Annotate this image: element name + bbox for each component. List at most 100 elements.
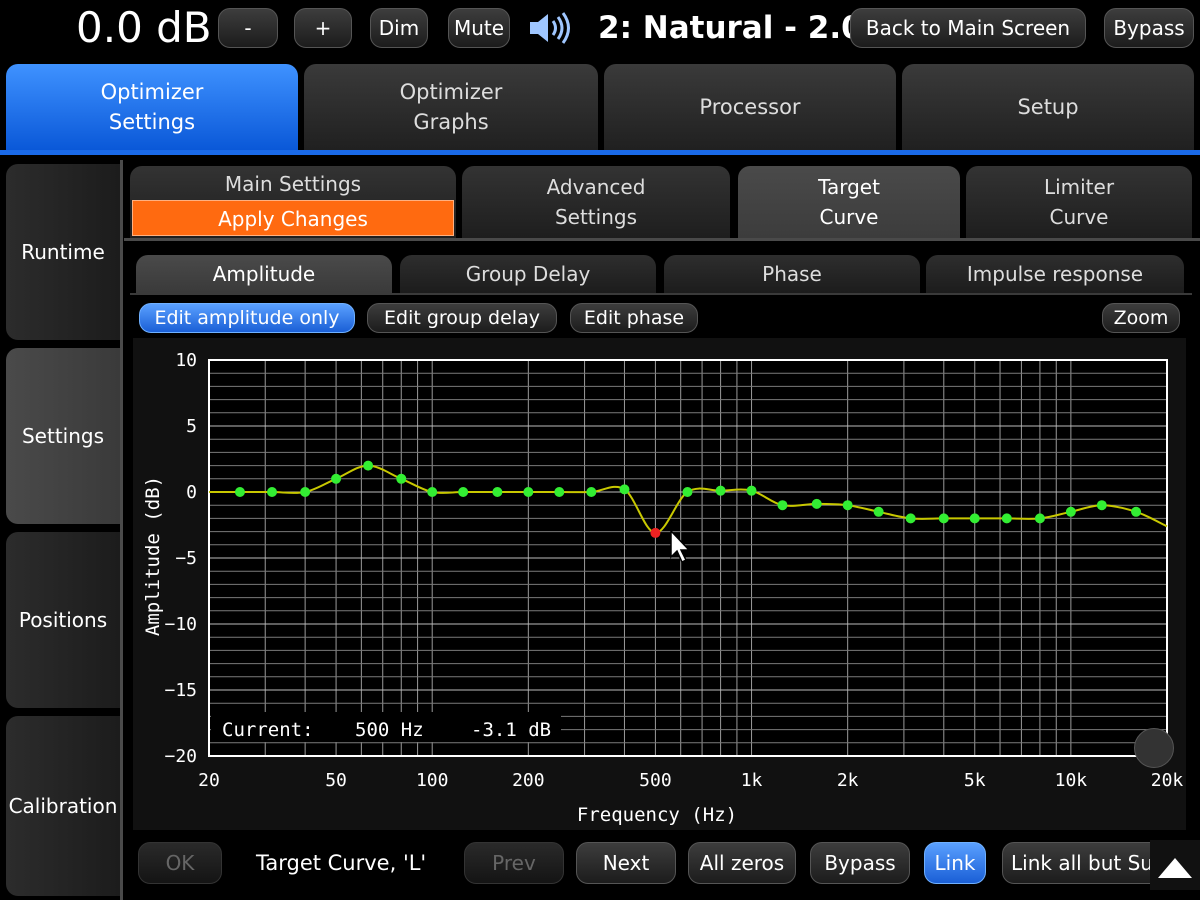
tab-amplitude[interactable]: Amplitude [136,255,392,293]
x-tick-label: 200 [512,770,545,791]
curve-point[interactable] [715,485,726,496]
tab-main-settings[interactable]: Main Settings Apply Changes [130,166,456,238]
apply-changes-button[interactable]: Apply Changes [132,200,454,236]
tab-label: Advanced [546,175,646,199]
curve-point[interactable] [873,506,884,517]
x-tick-label: 10k [1055,770,1088,791]
curve-point[interactable] [331,473,342,484]
readout-value: -3.1 dB [471,719,551,741]
side-divider [120,160,123,900]
curve-point[interactable] [427,487,438,497]
footer-bypass-button[interactable]: Bypass [810,842,910,884]
tab-label: Curve [1049,205,1109,229]
curve-point[interactable] [682,487,693,497]
tab-optimizer-settings[interactable]: Optimizer Settings [6,64,298,150]
y-tick-label: 0 [186,482,197,503]
tab-label: Processor [699,95,801,119]
tab-phase[interactable]: Phase [664,255,920,293]
next-button[interactable]: Next [576,842,676,884]
x-tick-label: 20 [198,770,220,791]
readout-label: Current: [222,719,314,741]
y-tick-label: −15 [164,680,197,701]
curve-point[interactable] [396,473,407,484]
tab-label: Settings [554,205,637,229]
tab-label: Graphs [413,110,489,134]
y-tick-label: 5 [186,416,197,437]
tab-target-curve[interactable]: Target Curve [738,166,960,238]
curve-point[interactable] [777,500,788,511]
curve-point[interactable] [842,500,853,511]
readout-frequency: 500 Hz [355,719,424,741]
x-tick-label: 1k [741,770,763,791]
curve-point[interactable] [1065,506,1076,517]
tab-impulse-response[interactable]: Impulse response [926,255,1184,293]
tab-label: Optimizer [399,80,503,104]
curve-point[interactable] [969,513,980,524]
curve-point[interactable] [492,487,503,497]
tab-setup[interactable]: Setup [902,64,1194,150]
amplitude-chart-svg[interactable]: 20 50 100 200 500 1k 2k 5k 10k 20k1050−5−10−15−20… [133,338,1186,830]
selected-curve-point[interactable] [650,527,661,538]
edit-group-delay-button[interactable]: Edit group delay [367,303,557,333]
mute-button[interactable]: Mute [448,8,510,48]
back-to-main-button[interactable]: Back to Main Screen [850,8,1086,48]
curve-point[interactable] [938,513,949,524]
x-tick-label: 50 [325,770,347,791]
x-tick-label: 5k [964,770,986,791]
chart-scroll-handle[interactable] [1134,728,1174,768]
volume-readout: 0.0 dB [76,3,212,52]
curve-point[interactable] [1131,506,1142,517]
tab-limiter-curve[interactable]: Limiter Curve [966,166,1192,238]
tab-advanced-settings[interactable]: Advanced Settings [462,166,730,238]
curve-point[interactable] [234,487,245,497]
tab-group-delay[interactable]: Group Delay [400,255,656,293]
curve-point[interactable] [363,460,374,471]
curve-point[interactable] [458,487,469,497]
tab-label: Limiter [1043,175,1115,199]
volume-down-button[interactable]: - [218,8,278,48]
curve-point[interactable] [1096,500,1107,511]
tab-label: Settings [108,110,196,134]
curve-point[interactable] [1034,513,1045,524]
curve-point[interactable] [1001,513,1012,524]
curve-point[interactable] [554,487,565,497]
y-tick-label: −5 [175,548,197,569]
edit-phase-button[interactable]: Edit phase [570,303,698,333]
tab-label: Target [818,175,880,199]
x-tick-label: 500 [639,770,672,791]
tab-label: Setup [1017,95,1079,119]
curve-point[interactable] [905,513,916,524]
curve-point[interactable] [523,487,534,497]
curve-point[interactable] [746,485,757,496]
prev-button[interactable]: Prev [464,842,564,884]
curve-point[interactable] [811,498,822,509]
x-axis-label: Frequency (Hz) [577,804,737,826]
link-button[interactable]: Link [924,842,986,884]
y-axis-label: Amplitude (dB) [142,476,164,636]
curve-point[interactable] [619,484,630,495]
x-tick-label: 100 [416,770,449,791]
ok-button[interactable]: OK [138,842,222,884]
dim-button[interactable]: Dim [370,8,428,48]
curve-point[interactable] [266,487,277,497]
volume-up-button[interactable]: + [294,8,352,48]
speaker-icon[interactable] [526,10,574,46]
graphtab-underline [130,293,1192,295]
curve-point[interactable] [300,487,311,497]
header-bypass-button[interactable]: Bypass [1104,8,1194,48]
all-zeros-button[interactable]: All zeros [688,842,796,884]
curve-name: Target Curve, 'L' [256,851,427,875]
tab-processor[interactable]: Processor [604,64,896,150]
side-tab-settings[interactable]: Settings [6,348,120,524]
side-tab-runtime[interactable]: Runtime [6,164,120,340]
edit-amplitude-only-button[interactable]: Edit amplitude only [139,303,355,333]
scroll-up-icon[interactable] [1150,840,1200,890]
zoom-button[interactable]: Zoom [1102,303,1180,333]
amplitude-chart[interactable]: 20 50 100 200 500 1k 2k 5k 10k 20k 10 5 0 −5 −10 −15 −20… [133,338,1186,830]
tab-optimizer-graphs[interactable]: Optimizer Graphs [304,64,598,150]
y-tick-label: 10 [175,350,197,371]
side-tab-positions[interactable]: Positions [6,532,120,708]
side-tab-calibration[interactable]: Calibration [6,716,120,896]
tab-label: Optimizer [100,80,204,104]
curve-point[interactable] [586,487,597,497]
